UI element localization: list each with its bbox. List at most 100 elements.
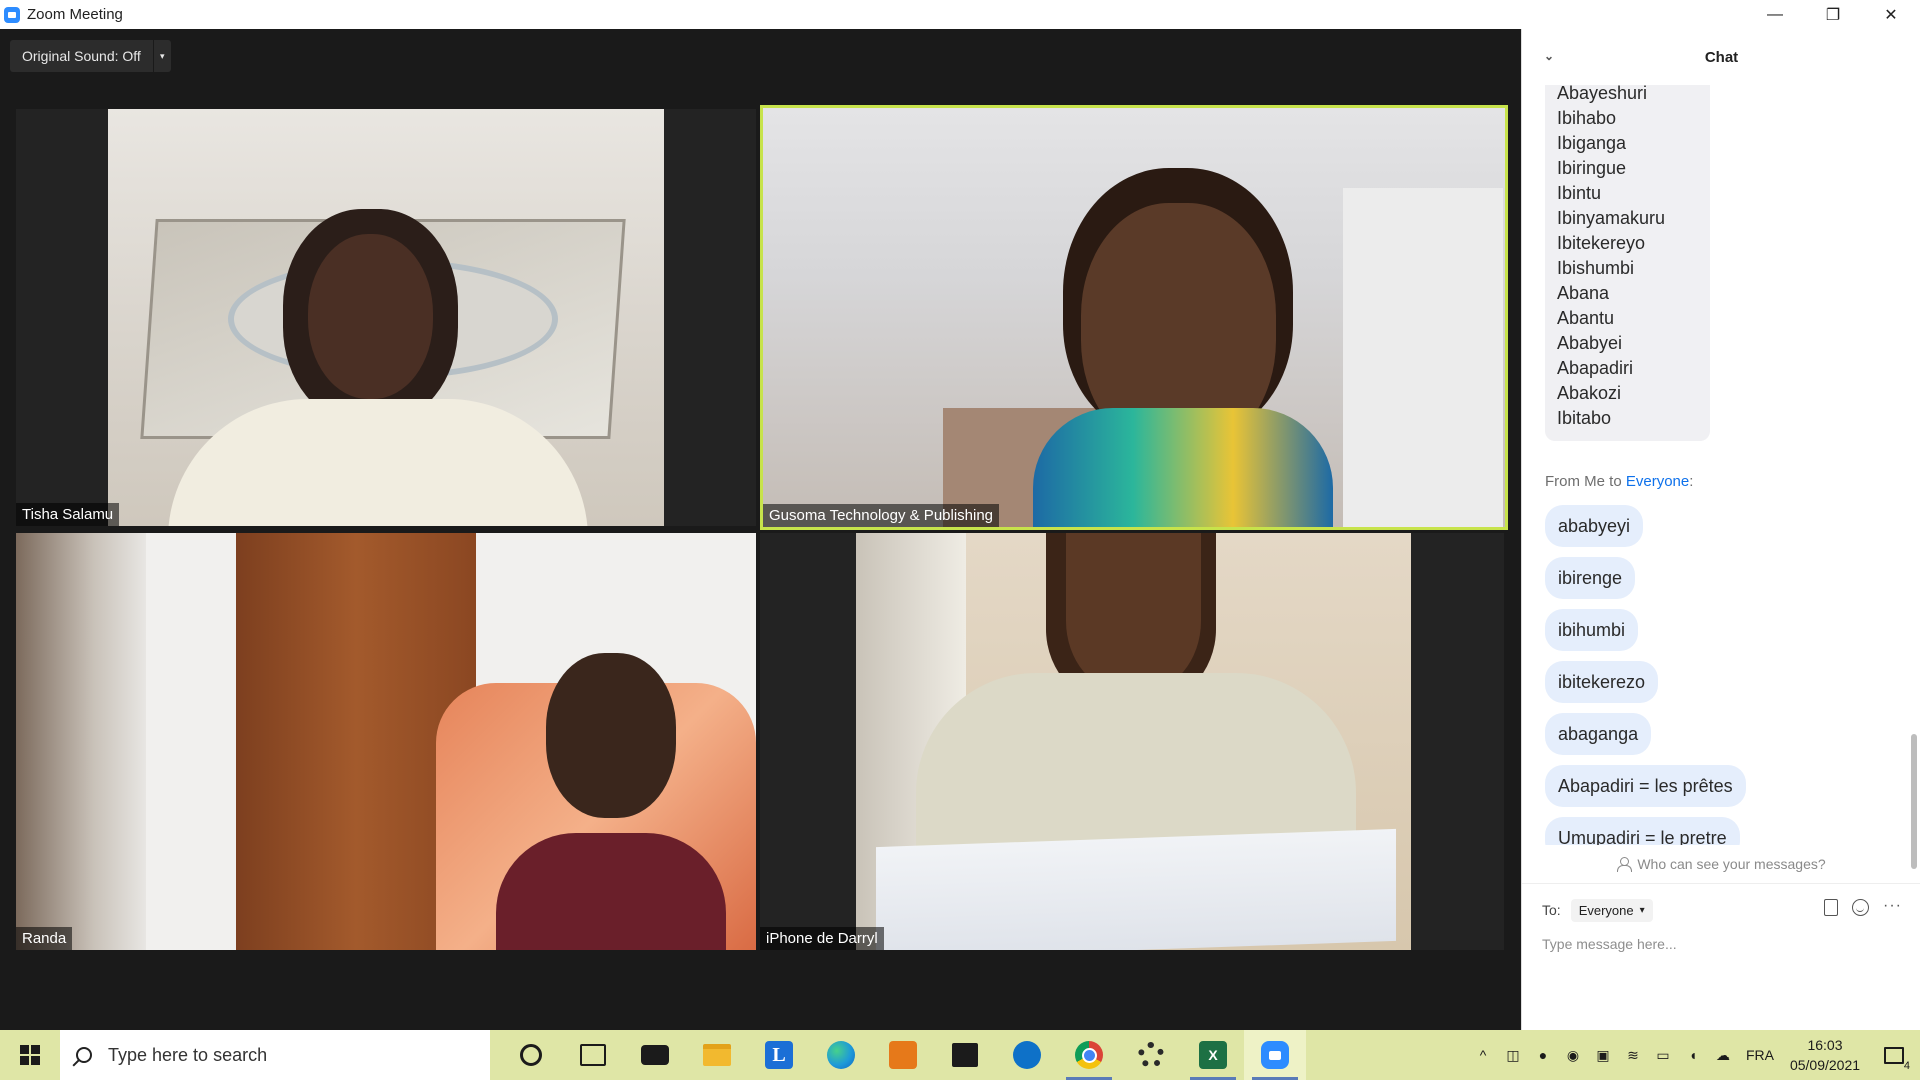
list-item: Ibiringue [1557, 158, 1627, 178]
video-feed [16, 533, 756, 950]
list-item: Ibishumbi [1557, 258, 1635, 278]
language-indicator[interactable]: FRA [1738, 1047, 1782, 1063]
notification-icon [1884, 1046, 1904, 1064]
restore-button[interactable]: ❐ [1804, 0, 1862, 29]
list-item: Ibintu [1557, 183, 1602, 203]
outlook-icon [1013, 1041, 1041, 1069]
zoom-icon [1261, 1041, 1289, 1069]
chat-message[interactable]: ababyeyi [1545, 505, 1644, 547]
recipient-select[interactable]: Everyone ▾ [1570, 898, 1653, 922]
task-view-button[interactable] [562, 1030, 624, 1080]
camera-icon[interactable]: ◫ [1498, 1030, 1528, 1080]
file-explorer-button[interactable] [686, 1030, 748, 1080]
chevron-down-icon[interactable]: ▾ [152, 40, 171, 72]
chat-panel: ⌄ Chat Abayeshuri Ibihabo Ibiganga Ibiri… [1521, 29, 1920, 1030]
privacy-note-text: Who can see your messages? [1637, 855, 1826, 872]
chat-scrollbar[interactable] [1911, 114, 1917, 869]
title-bar: Zoom Meeting — ❐ ✕ [0, 0, 1920, 29]
taskbar: Type here to search L X ^ ◫ ● ◉ ▣ ≋ ▭ ◖ … [0, 1030, 1920, 1080]
more-icon[interactable]: ··· [1883, 898, 1902, 916]
window-controls: — ❐ ✕ [1746, 0, 1920, 29]
microphone-icon[interactable]: ● [1528, 1030, 1558, 1080]
search-placeholder: Type here to search [108, 1044, 268, 1065]
clock-date: 05/09/2021 [1789, 1057, 1861, 1073]
to-label: To: [1542, 902, 1561, 918]
notification-count: 4 [1903, 1060, 1910, 1072]
video-tile-darryl[interactable]: iPhone de Darryl [760, 533, 1504, 950]
chat-message: Abayeshuri Ibihabo Ibiganga Ibiringue Ib… [1545, 85, 1710, 441]
settings-button[interactable] [1120, 1030, 1182, 1080]
participant-name: Randa [16, 927, 73, 950]
chrome-tray-icon[interactable]: ◉ [1558, 1030, 1588, 1080]
chat-tools: ··· [1824, 898, 1902, 916]
video-gallery: Original Sound: Off ▾ Tisha Salamu Gusom… [0, 29, 1520, 1030]
taskbar-search[interactable]: Type here to search [60, 1030, 490, 1080]
chat-message[interactable]: Abapadiri = les prêtes [1545, 765, 1746, 807]
store-button[interactable] [934, 1030, 996, 1080]
zoom-app-icon [4, 6, 20, 23]
chevron-down-icon[interactable]: ⌄ [1544, 49, 1554, 63]
from-suffix: : [1689, 473, 1694, 490]
file-icon[interactable] [1824, 899, 1839, 916]
l-app-icon: L [765, 1041, 793, 1069]
system-tray: ^ ◫ ● ◉ ▣ ≋ ▭ ◖ ☁ FRA 16:03 05/09/2021 4 [1468, 1030, 1920, 1080]
list-item: Ibitabo [1557, 408, 1612, 428]
message-input[interactable] [1542, 929, 1902, 959]
close-button[interactable]: ✕ [1862, 0, 1920, 29]
video-tile-gusoma[interactable]: Gusoma Technology & Publishing [760, 105, 1508, 530]
clock[interactable]: 16:03 05/09/2021 [1782, 1035, 1868, 1075]
outlook-button[interactable] [996, 1030, 1058, 1080]
minimize-button[interactable]: — [1746, 0, 1804, 29]
recipient-link[interactable]: Everyone [1626, 473, 1689, 490]
excel-icon: X [1199, 1041, 1227, 1069]
onedrive-icon[interactable]: ☁ [1708, 1030, 1738, 1080]
chat-message[interactable]: ibirenge [1545, 557, 1636, 599]
chrome-button[interactable] [1058, 1030, 1120, 1080]
mail-icon [641, 1045, 669, 1065]
task-view-icon [580, 1044, 606, 1066]
cortana-button[interactable] [500, 1030, 562, 1080]
list-item: Ibiganga [1557, 133, 1627, 153]
chat-message-list[interactable]: Abayeshuri Ibihabo Ibiganga Ibiringue Ib… [1522, 85, 1920, 845]
edge-button[interactable] [810, 1030, 872, 1080]
list-item: Ibihabo [1557, 108, 1617, 128]
chat-message[interactable]: ibitekerezo [1545, 661, 1659, 703]
wifi-icon[interactable]: ≋ [1618, 1030, 1648, 1080]
volume-icon[interactable]: ◖ [1678, 1030, 1708, 1080]
list-item: Abapadiri [1557, 358, 1634, 378]
chat-message[interactable]: Umupadiri = le pretre [1545, 817, 1740, 845]
chevron-up-icon[interactable]: ^ [1468, 1030, 1498, 1080]
chat-message[interactable]: abaganga [1545, 713, 1652, 755]
file-explorer-icon [703, 1044, 731, 1066]
chrome-icon [1075, 1041, 1103, 1069]
zoom-tray-icon[interactable]: ▣ [1588, 1030, 1618, 1080]
original-sound-control: Original Sound: Off ▾ [10, 40, 171, 72]
chevron-down-icon: ▾ [1639, 904, 1645, 916]
list-item: Ababyei [1557, 333, 1623, 353]
participant-name: Gusoma Technology & Publishing [763, 504, 1000, 527]
mail-button[interactable] [624, 1030, 686, 1080]
start-button[interactable] [0, 1030, 60, 1080]
video-feed [763, 108, 1505, 527]
original-sound-button[interactable]: Original Sound: Off [10, 40, 153, 72]
privacy-note[interactable]: Who can see your messages? [1522, 844, 1920, 884]
list-item: Abakozi [1557, 383, 1622, 403]
orange-app-icon [889, 1041, 917, 1069]
battery-icon[interactable]: ▭ [1648, 1030, 1678, 1080]
clock-time: 16:03 [1807, 1037, 1843, 1053]
from-prefix: From Me to [1545, 473, 1626, 490]
list-item: Ibitekereyo [1557, 233, 1646, 253]
l-app-button[interactable]: L [748, 1030, 810, 1080]
settings-icon [1138, 1042, 1164, 1068]
store-icon [952, 1043, 978, 1067]
zoom-button[interactable] [1244, 1030, 1306, 1080]
recipient-value: Everyone [1578, 902, 1634, 918]
video-tile-tisha[interactable]: Tisha Salamu [16, 109, 756, 526]
video-tile-randa[interactable]: Randa [16, 533, 756, 950]
excel-button[interactable]: X [1182, 1030, 1244, 1080]
emoji-icon[interactable] [1852, 899, 1870, 916]
list-item: Abantu [1557, 308, 1615, 328]
notification-center-button[interactable]: 4 [1868, 1030, 1920, 1080]
orange-app-button[interactable] [872, 1030, 934, 1080]
chat-message[interactable]: ibihumbi [1545, 609, 1639, 651]
